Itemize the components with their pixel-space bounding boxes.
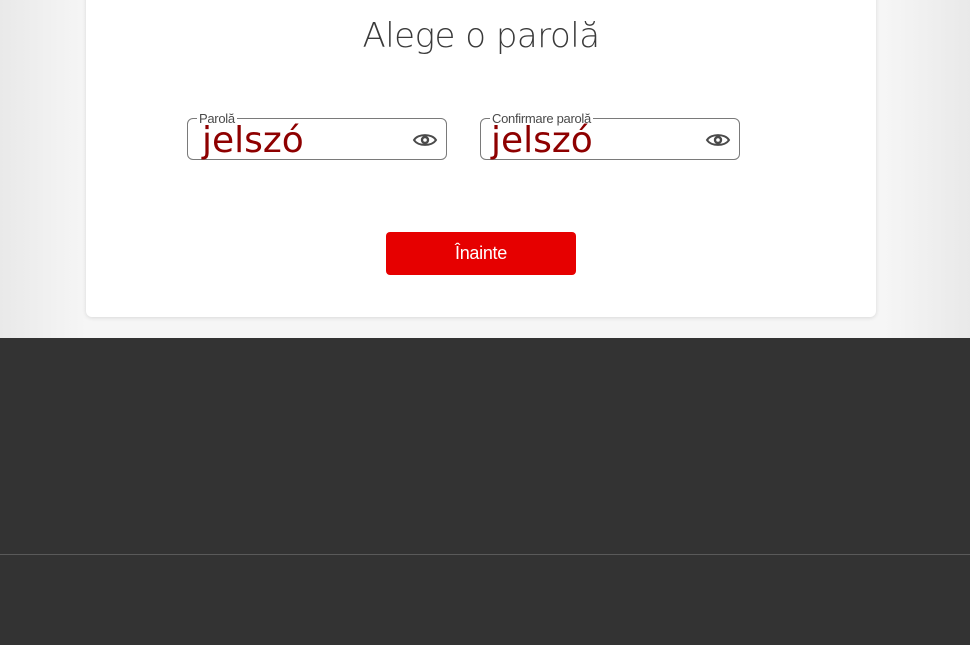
confirm-password-field-border: Confirmare parolă jelszó	[480, 111, 740, 161]
password-input[interactable]: jelszó	[202, 121, 412, 161]
confirm-password-input[interactable]: jelszó	[491, 121, 701, 161]
page-background: Alege o parolă Parolă jelszó Confirmare …	[0, 0, 970, 338]
eye-icon[interactable]	[412, 129, 438, 151]
page-title: Alege o parolă	[362, 16, 600, 56]
next-button[interactable]: Înainte	[386, 232, 576, 275]
footer	[0, 338, 970, 645]
eye-icon[interactable]	[705, 129, 731, 151]
password-form-card: Alege o parolă Parolă jelszó Confirmare …	[86, 0, 876, 317]
confirm-password-field: Confirmare parolă jelszó	[480, 111, 742, 162]
footer-divider	[0, 554, 970, 555]
password-field: Parolă jelszó	[187, 111, 449, 162]
password-field-border: Parolă jelszó	[187, 111, 447, 161]
